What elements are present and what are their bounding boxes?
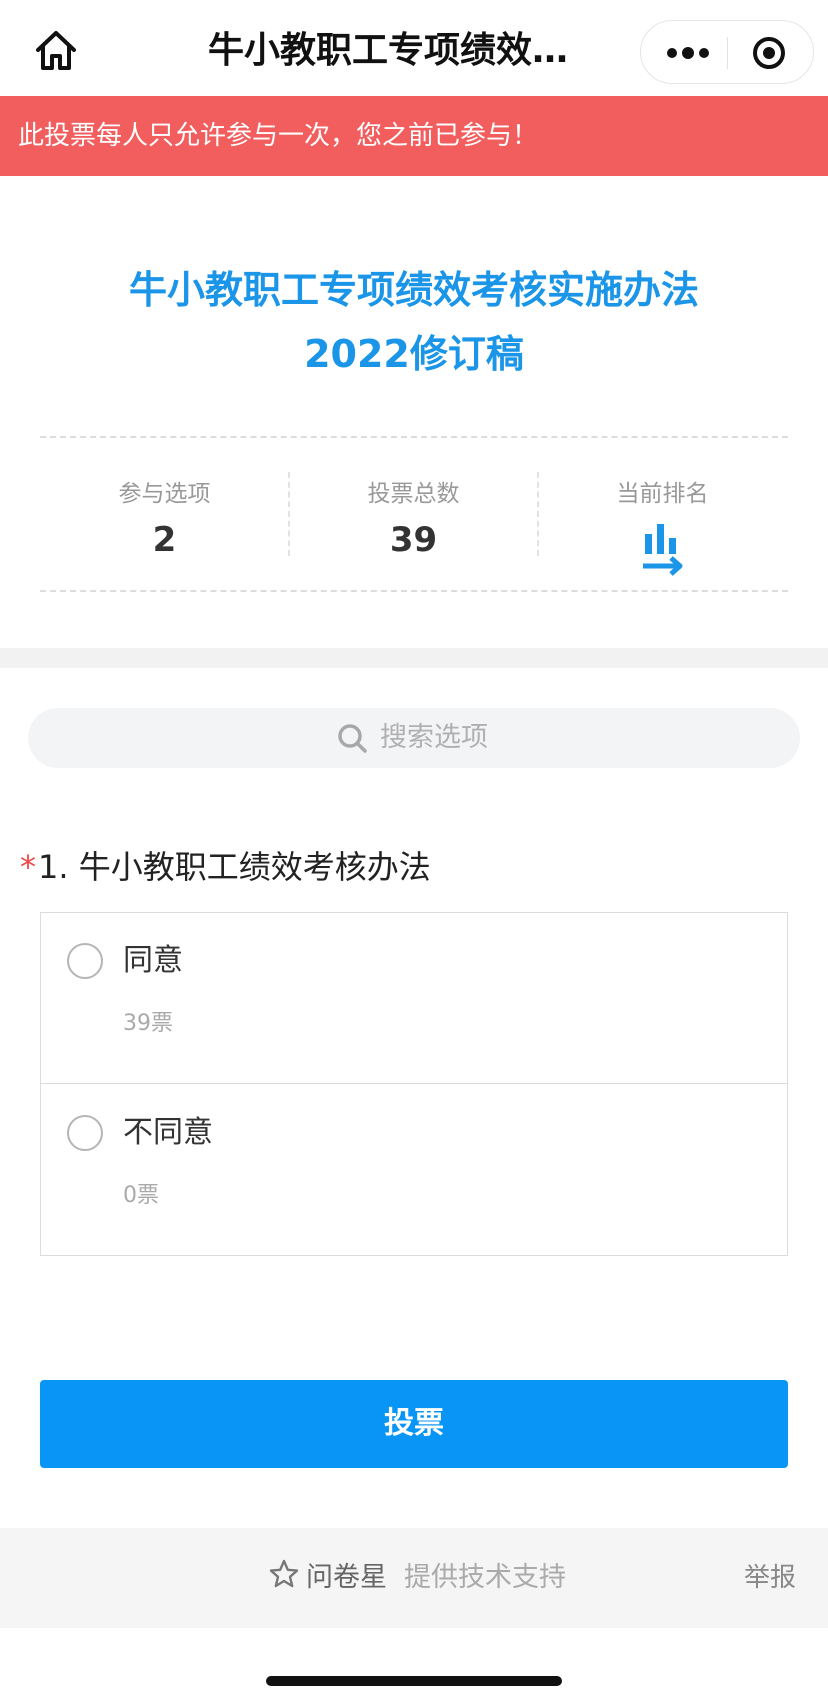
vote-button[interactable]: 投票 — [40, 1380, 788, 1468]
footer-brand[interactable]: 问卷星 — [306, 1528, 387, 1628]
vote-stats: 参与选项 2 投票总数 39 当前排名 — [40, 436, 788, 592]
mini-program-capsule — [640, 20, 814, 84]
option-list: 同意 39票 不同意 0票 — [40, 912, 788, 1256]
bar-chart-arrow-icon[interactable] — [641, 520, 685, 578]
stat-options-label: 参与选项 — [118, 481, 211, 507]
option-disagree[interactable]: 不同意 0票 — [41, 1085, 787, 1256]
already-voted-alert: 此投票每人只允许参与一次，您之前已参与！ — [0, 96, 828, 176]
stat-total-value: 39 — [389, 520, 438, 560]
search-icon — [338, 724, 367, 753]
page: 牛小教职工专项绩效… 此投票每人只允许参与一次，您之前已参与！ 牛小教职工专项绩… — [0, 0, 828, 1704]
footer: 问卷星 提供技术支持 举报 — [0, 1528, 828, 1628]
survey-title: 牛小教职工专项绩效考核实施办法 2022修订稿 — [60, 258, 768, 386]
top-navbar: 牛小教职工专项绩效… — [0, 0, 828, 96]
option-agree[interactable]: 同意 39票 — [41, 913, 787, 1084]
survey-title-line2: 2022修订稿 — [304, 332, 524, 376]
option-vote-count: 39票 — [123, 1011, 173, 1036]
option-label: 不同意 — [123, 1115, 213, 1150]
required-mark: * — [20, 848, 36, 886]
survey-title-line1: 牛小教职工专项绩效考核实施办法 — [128, 268, 699, 312]
stat-total-votes: 投票总数 39 — [289, 438, 538, 590]
nav-title: 牛小教职工专项绩效… — [208, 30, 569, 71]
target-close-icon[interactable] — [751, 35, 787, 71]
stat-options: 参与选项 2 — [40, 438, 289, 590]
radio-button[interactable] — [67, 943, 103, 979]
stat-rank-label: 当前排名 — [616, 481, 709, 507]
search-input[interactable]: 搜索选项 — [28, 708, 800, 768]
radio-button[interactable] — [67, 1115, 103, 1151]
option-vote-count: 0票 — [123, 1183, 159, 1208]
stat-ranking[interactable]: 当前排名 — [538, 438, 787, 590]
question-title: *1. 牛小教职工绩效考核办法 — [20, 842, 431, 892]
question-text: 1. 牛小教职工绩效考核办法 — [38, 848, 431, 886]
home-indicator — [266, 1676, 562, 1686]
option-label: 同意 — [123, 943, 183, 978]
footer-support-text: 提供技术支持 — [404, 1562, 566, 1593]
report-link[interactable]: 举报 — [744, 1528, 796, 1628]
more-dots-icon[interactable] — [665, 39, 711, 67]
home-icon[interactable] — [32, 28, 80, 72]
stat-options-value: 2 — [152, 520, 177, 560]
star-icon — [269, 1559, 299, 1588]
capsule-divider — [727, 37, 728, 69]
search-placeholder: 搜索选项 — [380, 722, 488, 753]
stat-total-label: 投票总数 — [367, 481, 460, 507]
section-divider — [0, 648, 828, 668]
